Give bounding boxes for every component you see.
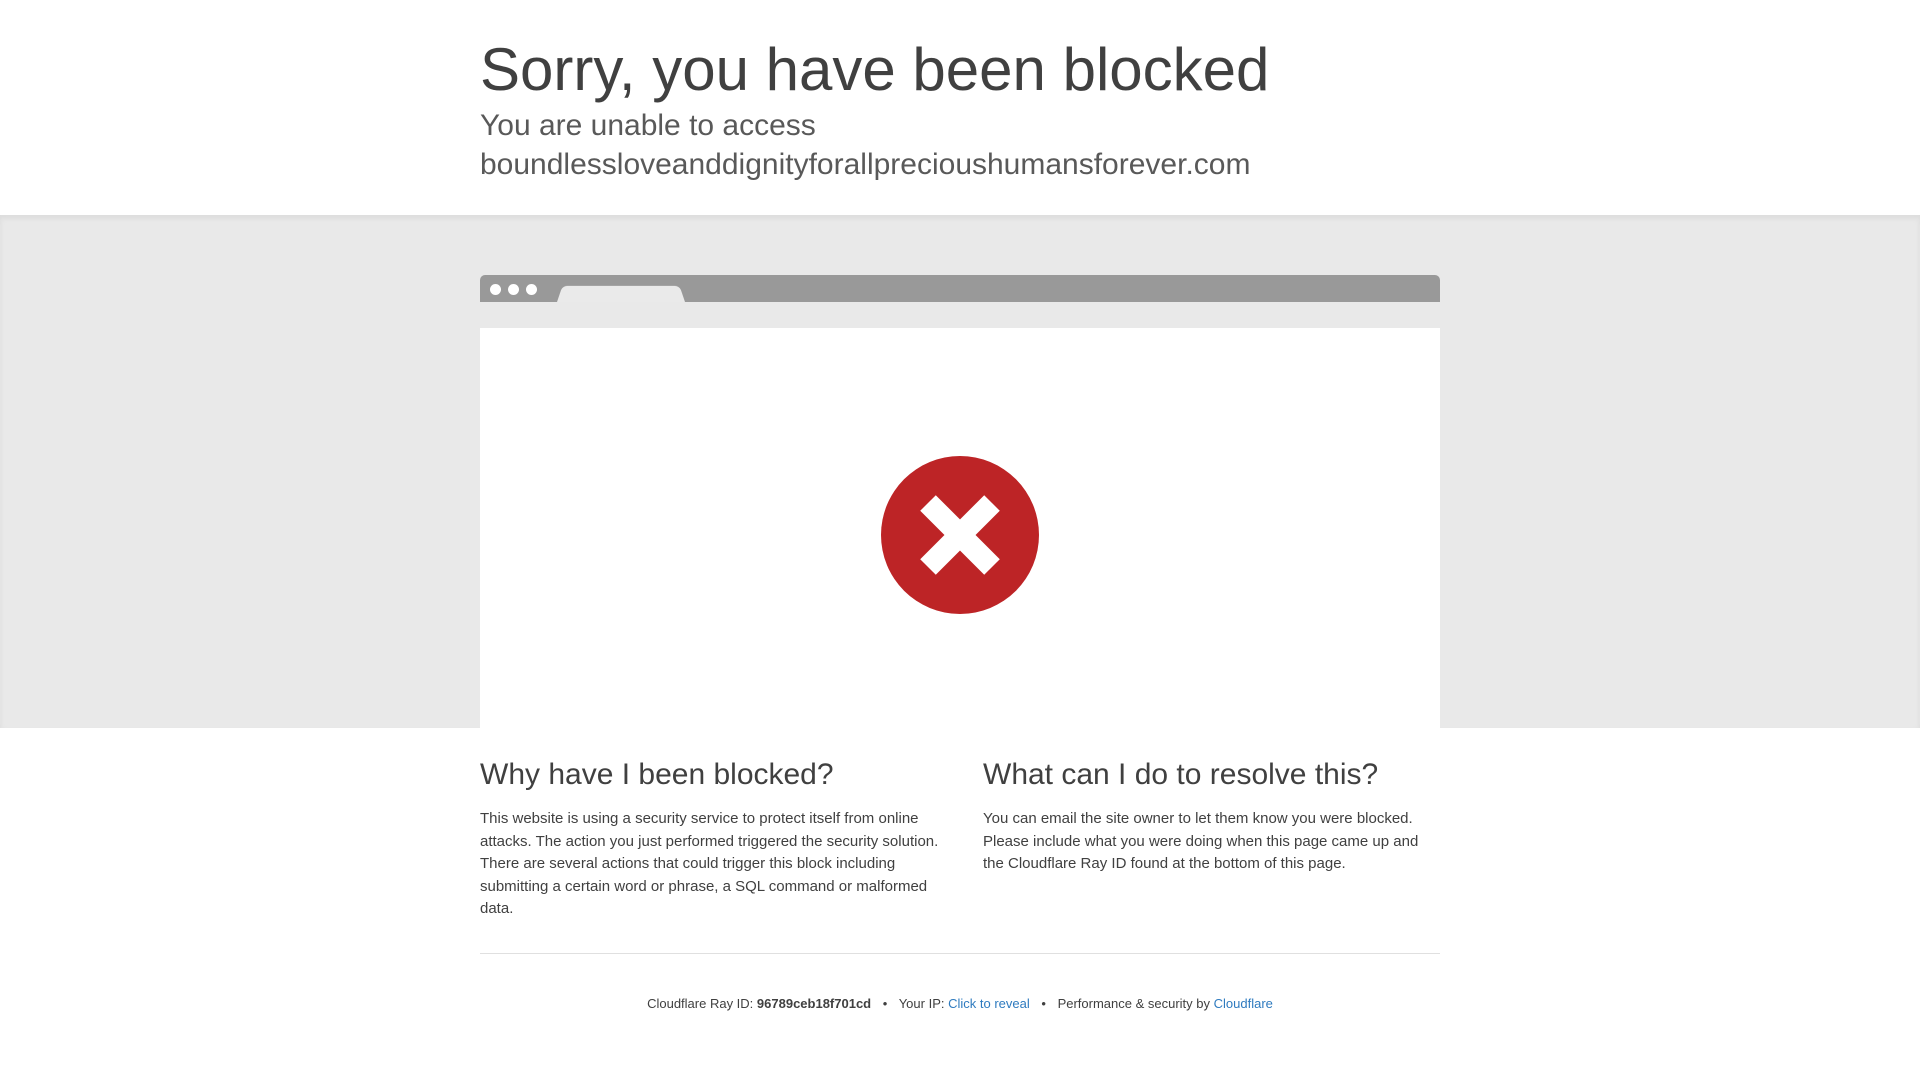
footer-separator: • [1041, 996, 1046, 1011]
resolve-text: You can email the site owner to let them… [983, 810, 1419, 872]
cloudflare-link[interactable]: Cloudflare [1214, 996, 1273, 1011]
ray-id-label: Cloudflare Ray ID: [647, 996, 754, 1011]
resolve-heading: What can I do to resolve this? [983, 758, 1379, 791]
footer-separator: • [882, 996, 888, 1011]
window-dot-icon [526, 284, 537, 295]
why-blocked-section: Why have I been blocked? This website is… [480, 755, 940, 921]
subtitle-prefix: You are unable to access [480, 109, 816, 142]
window-dot-icon [490, 284, 501, 295]
page-header: Sorry, you have been blocked You are una… [0, 0, 1920, 215]
why-blocked-heading: Why have I been blocked? [480, 758, 834, 791]
footer: Cloudflare Ray ID: 96789ceb18f701cd • Yo… [0, 995, 1920, 1013]
page-title: Sorry, you have been blocked [480, 36, 1270, 103]
reveal-ip-link[interactable]: Click to reveal [948, 996, 1030, 1011]
browser-illustration-body [480, 328, 1440, 728]
resolve-section: What can I do to resolve this? You can e… [983, 755, 1443, 876]
browser-illustration-bar [480, 275, 1440, 302]
footer-divider [480, 953, 1440, 954]
why-blocked-text: This website is using a security service… [480, 810, 939, 917]
page-subtitle: You are unable to access boundlesslovean… [480, 106, 1480, 184]
performance-label: Performance & security by [1057, 996, 1211, 1011]
window-dot-icon [508, 284, 519, 295]
blocked-domain: boundlessloveanddignityforallprecioushum… [480, 148, 1251, 181]
ip-label: Your IP: [898, 996, 945, 1011]
ray-id-value: 96789ceb18f701cd [756, 996, 872, 1011]
blocked-x-icon [881, 456, 1039, 614]
browser-tab-shape [557, 285, 685, 302]
